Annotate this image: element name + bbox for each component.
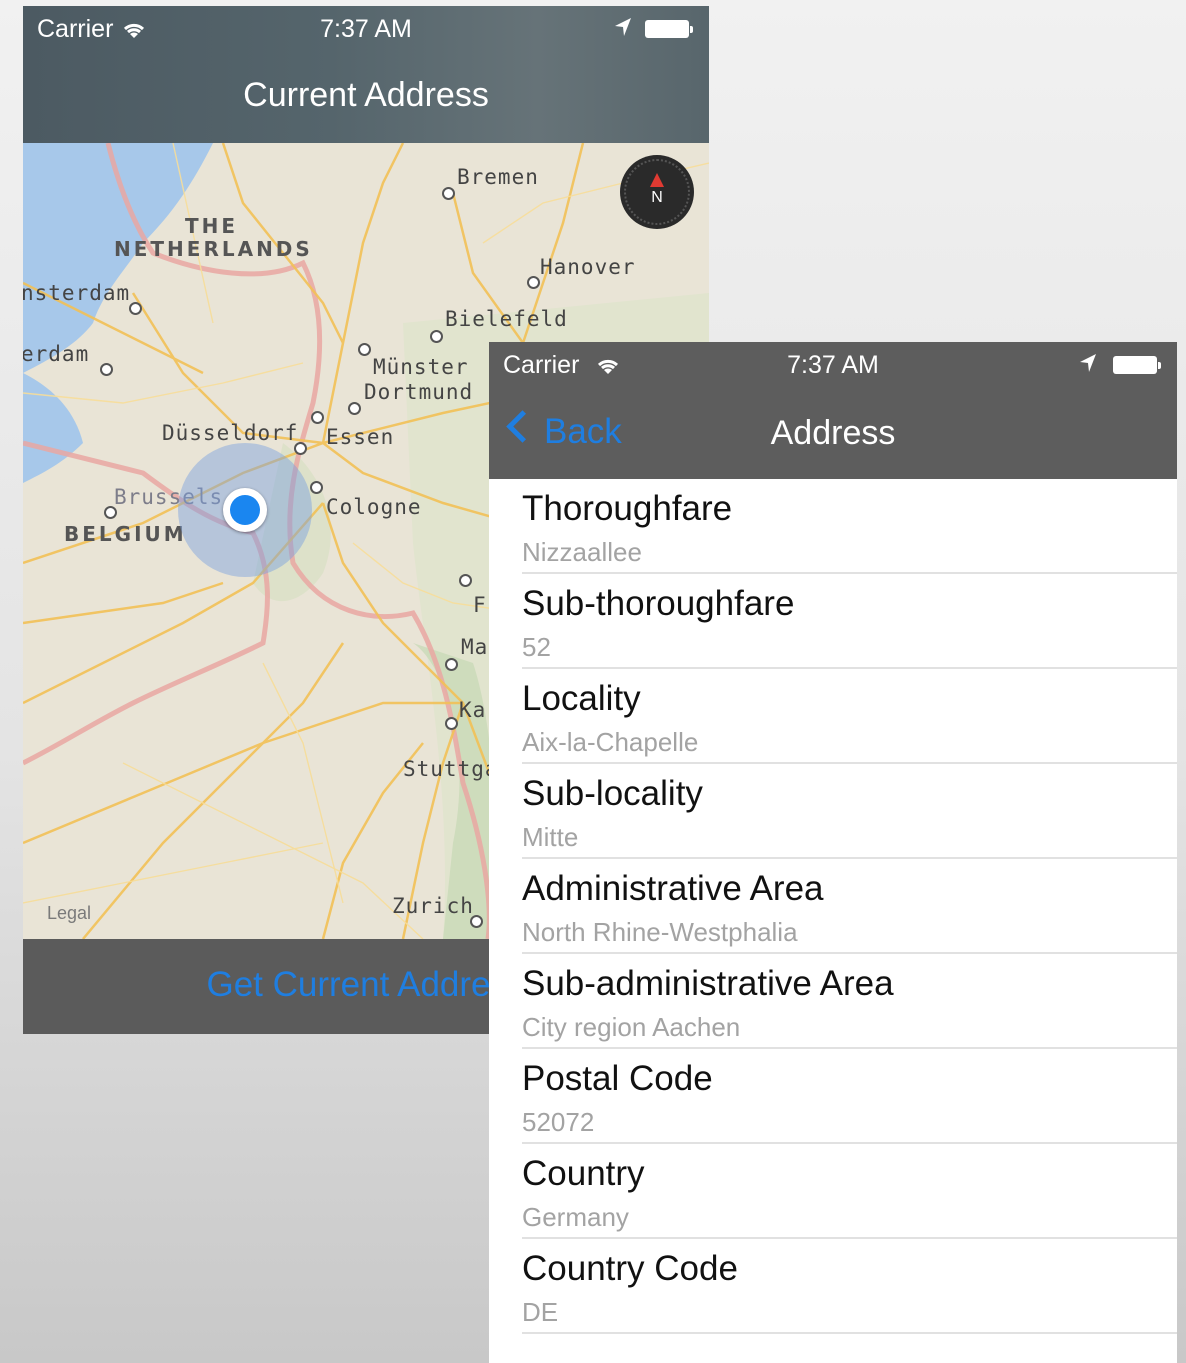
- row-label: Postal Code: [522, 1059, 713, 1098]
- row-label: Sub-thoroughfare: [522, 584, 795, 623]
- list-item[interactable]: Sub-thoroughfare 52: [522, 574, 1177, 669]
- city-label: Düsseldorf: [162, 421, 299, 445]
- page-title: Address: [770, 414, 896, 452]
- battery-icon: [1113, 356, 1161, 374]
- city-label: Zurich: [392, 894, 474, 918]
- status-bar: Carrier 7:37 AM: [489, 342, 1177, 388]
- status-time: 7:37 AM: [787, 351, 879, 379]
- list-item[interactable]: Administrative Area North Rhine-Westphal…: [522, 859, 1177, 954]
- city-dot: [129, 302, 142, 315]
- row-label: Country Code: [522, 1249, 738, 1288]
- city-dot: [348, 402, 361, 415]
- city-label: Cologne: [326, 495, 422, 519]
- address-screen: Carrier 7:37 AM Back Address Thoroughfar…: [489, 342, 1177, 1363]
- country-label: NETHERLANDS: [114, 237, 313, 261]
- list-item[interactable]: Sub-locality Mitte: [522, 764, 1177, 859]
- city-label: F: [473, 593, 487, 617]
- city-label: nsterdam: [23, 281, 131, 305]
- user-location-dot[interactable]: [223, 488, 267, 532]
- row-label: Administrative Area: [522, 869, 824, 908]
- row-label: Locality: [522, 679, 641, 718]
- compass-icon[interactable]: N: [620, 155, 694, 229]
- city-label: Hanover: [540, 255, 636, 279]
- status-bar: Carrier 7:37 AM: [23, 6, 709, 52]
- city-label: erdam: [23, 342, 90, 366]
- row-label: Sub-locality: [522, 774, 703, 813]
- list-item[interactable]: Locality Aix-la-Chapelle: [522, 669, 1177, 764]
- location-arrow-icon: [613, 16, 633, 45]
- city-label: Münster: [373, 355, 469, 379]
- navigation-bar: Carrier 7:37 AM Back Address: [489, 342, 1177, 479]
- list-item[interactable]: Thoroughfare Nizzaallee: [522, 479, 1177, 574]
- country-label: THE: [185, 214, 239, 238]
- legal-link[interactable]: Legal: [47, 903, 91, 924]
- row-value: Nizzaallee: [522, 537, 642, 567]
- row-label: Thoroughfare: [522, 489, 733, 528]
- city-dot: [445, 658, 458, 671]
- city-dot: [430, 330, 443, 343]
- location-arrow-icon: [1078, 352, 1098, 381]
- address-list: Thoroughfare Nizzaallee Sub-thoroughfare…: [489, 479, 1177, 1334]
- row-label: Sub-administrative Area: [522, 964, 894, 1003]
- city-label: Stuttga: [403, 757, 499, 781]
- city-dot: [442, 187, 455, 200]
- compass-north-label: N: [651, 189, 663, 206]
- row-value: Germany: [522, 1202, 629, 1232]
- battery-icon: [645, 20, 693, 38]
- city-label: Ka: [459, 698, 487, 722]
- list-item[interactable]: Country Code DE: [522, 1239, 1177, 1334]
- city-dot: [310, 481, 323, 494]
- list-item[interactable]: Sub-administrative Area City region Aach…: [522, 954, 1177, 1049]
- page-title: Current Address: [243, 76, 489, 114]
- city-label: Bremen: [457, 165, 539, 189]
- status-time: 7:37 AM: [320, 15, 412, 43]
- row-value: North Rhine-Westphalia: [522, 917, 798, 947]
- row-value: City region Aachen: [522, 1012, 741, 1042]
- row-value: Mitte: [522, 822, 579, 852]
- compass-needle: [650, 173, 664, 187]
- city-label: Ma: [461, 635, 489, 659]
- city-dot: [311, 411, 324, 424]
- city-dot: [358, 343, 371, 356]
- city-dot: [459, 574, 472, 587]
- navigation-bar: Carrier 7:37 AM Current Address: [23, 6, 709, 143]
- city-label: Dortmund: [364, 380, 474, 404]
- city-dot: [100, 363, 113, 376]
- row-label: Country: [522, 1154, 645, 1193]
- row-value: Aix-la-Chapelle: [522, 727, 699, 757]
- country-label: BELGIUM: [64, 522, 187, 546]
- row-value: 52072: [522, 1107, 595, 1137]
- row-value: DE: [522, 1297, 559, 1327]
- list-item[interactable]: Country Germany: [522, 1144, 1177, 1239]
- list-item[interactable]: Postal Code 52072: [522, 1049, 1177, 1144]
- city-dot: [527, 276, 540, 289]
- city-dot: [445, 717, 458, 730]
- row-value: 52: [522, 632, 551, 662]
- city-label: Essen: [326, 425, 395, 449]
- city-label: Bielefeld: [445, 307, 568, 331]
